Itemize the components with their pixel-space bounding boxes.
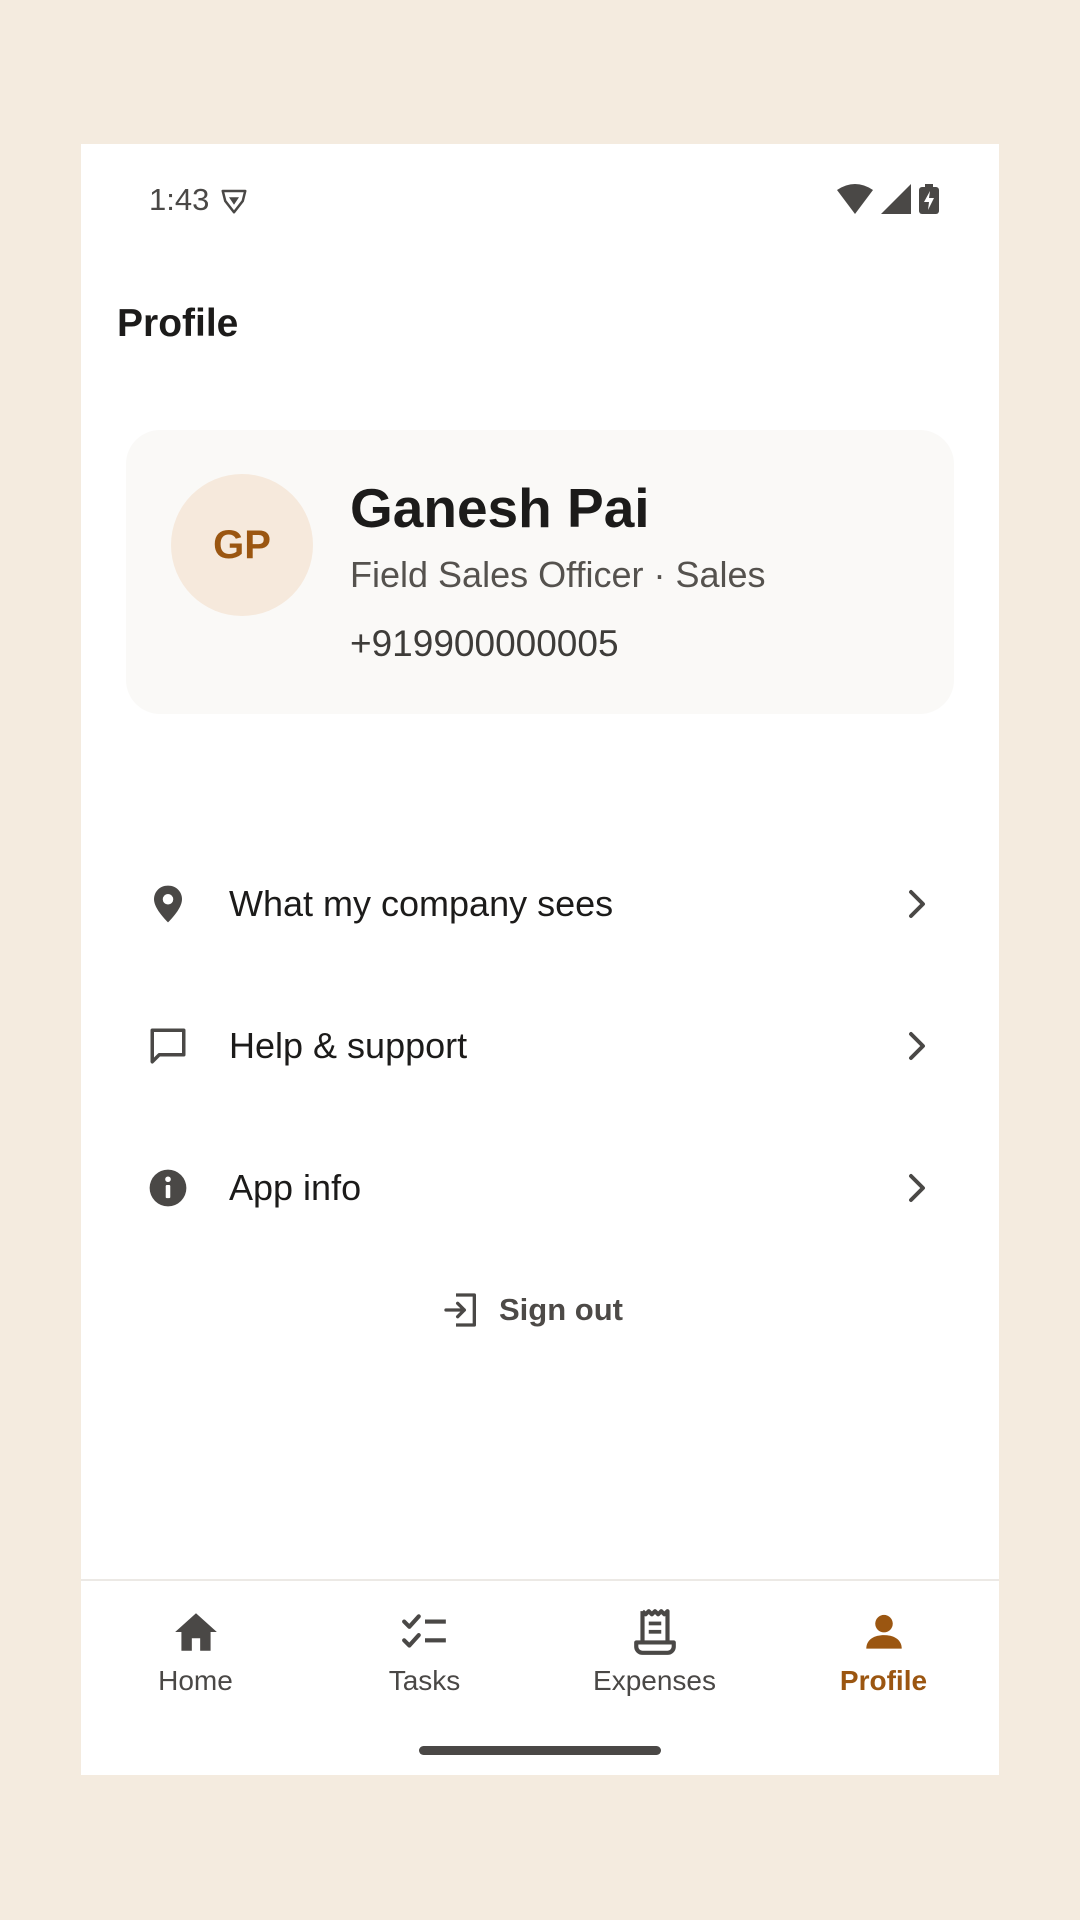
nav-label: Expenses	[593, 1665, 716, 1696]
nav-item-expenses[interactable]: Expenses	[540, 1581, 769, 1741]
info-icon	[149, 1169, 187, 1207]
nav-label: Home	[158, 1665, 233, 1696]
chevron-right-icon	[909, 1032, 925, 1060]
location-pin-icon	[154, 885, 182, 923]
vpn-shield-icon	[221, 189, 247, 214]
profile-phone: +919900000005	[350, 623, 619, 664]
sign-out-icon	[444, 1293, 476, 1327]
tasks-icon	[401, 1614, 446, 1648]
menu-item-label: What my company sees	[229, 883, 614, 924]
status-icons	[837, 184, 939, 214]
menu-item-label: App info	[229, 1167, 362, 1208]
chevron-right-icon	[909, 890, 925, 918]
nav-label: Profile	[839, 1665, 928, 1696]
nav-item-home[interactable]: Home	[81, 1581, 310, 1741]
menu-item-help-support[interactable]: Help & support	[81, 975, 999, 1117]
sign-out-label: Sign out	[499, 1292, 623, 1327]
avatar: GP	[171, 474, 313, 616]
chat-bubble-icon	[150, 1028, 186, 1064]
phone-screen: 1:43 Profile GP Ganesh Pai Field Sales O…	[81, 144, 999, 1775]
home-icon	[174, 1613, 217, 1651]
status-bar: 1:43	[81, 144, 999, 259]
person-icon	[865, 1614, 902, 1649]
profile-card: GP Ganesh Pai Field Sales Officer · Sale…	[126, 430, 954, 714]
chevron-right-icon	[909, 1174, 925, 1202]
menu-item-app-info[interactable]: App info	[81, 1117, 999, 1259]
status-time: 1:43	[149, 182, 210, 217]
nav-item-profile[interactable]: Profile	[769, 1581, 998, 1741]
menu-item-label: Help & support	[229, 1025, 468, 1066]
nav-item-tasks[interactable]: Tasks	[310, 1581, 539, 1741]
sign-out-button[interactable]: Sign out	[441, 1290, 623, 1330]
battery-charging-icon	[919, 184, 939, 214]
cell-signal-icon	[881, 184, 911, 214]
wifi-icon	[837, 184, 873, 214]
profile-name: Ganesh Pai	[350, 477, 650, 539]
profile-role: Field Sales Officer · Sales	[350, 554, 766, 595]
home-indicator[interactable]	[419, 1746, 661, 1755]
page-title: Profile	[117, 302, 239, 345]
nav-label: Tasks	[388, 1665, 461, 1696]
receipt-icon	[633, 1609, 676, 1655]
menu-item-what-company-sees[interactable]: What my company sees	[81, 833, 999, 975]
